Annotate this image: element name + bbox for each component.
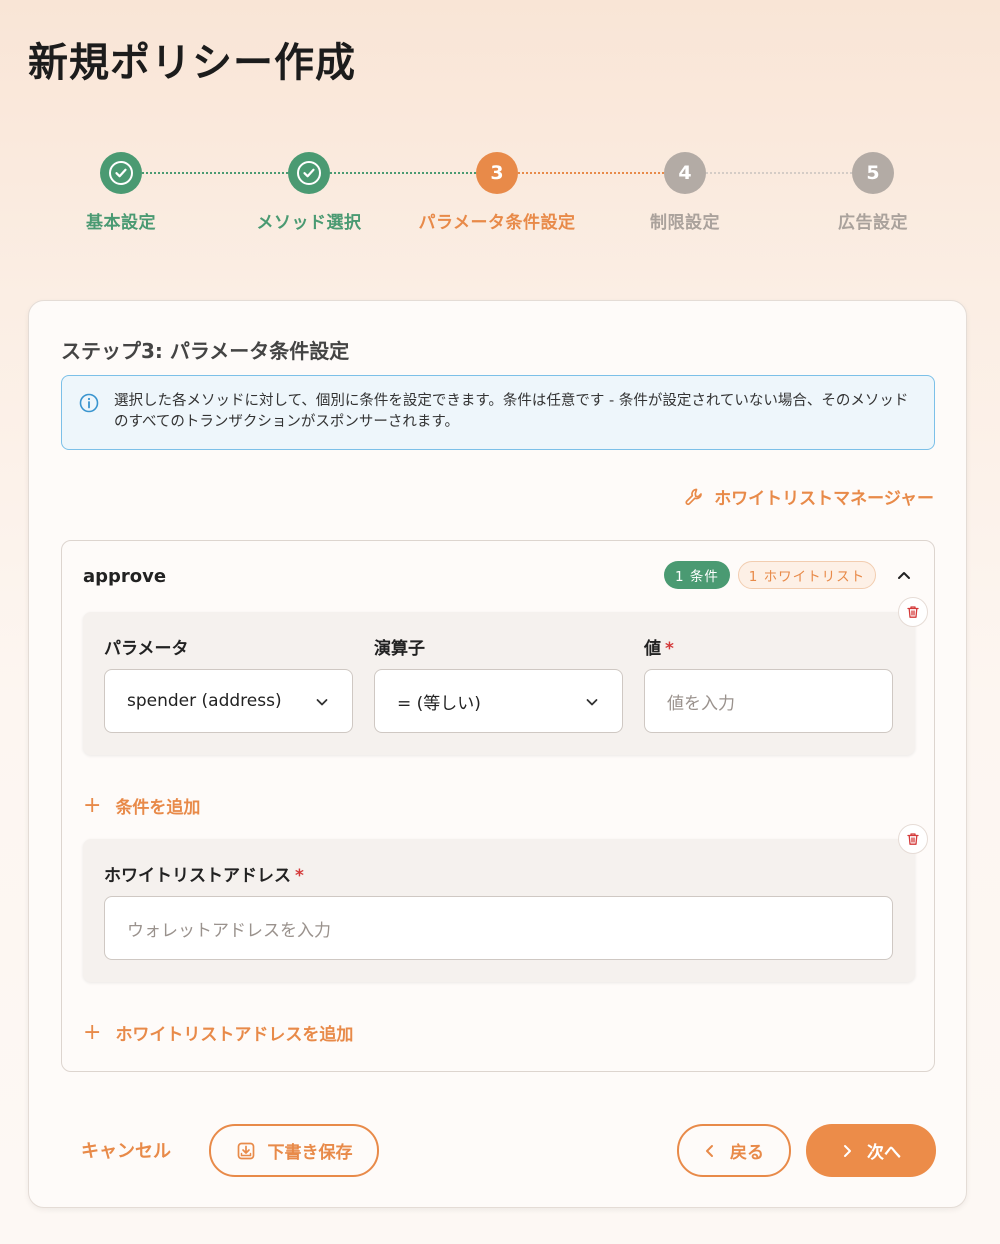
method-section-approve: approve 1 条件 1 ホワイトリスト パラメータ 演算子 値 * spen… [61,540,935,1072]
chevron-down-icon [586,699,598,706]
add-condition-label: 条件を追加 [115,798,201,818]
plus-icon: + [83,1019,102,1045]
save-draft-label: 下書き保存 [267,1143,353,1163]
whitelist-address-label: ホワイトリストアドレス * [104,861,304,886]
value-label: 値 * [644,634,674,659]
step-4-label: 制限設定 [650,213,720,233]
add-condition-button[interactable]: + 条件を追加 [83,793,200,818]
back-label: 戻る [730,1143,764,1163]
wrench-icon [685,488,703,505]
value-input-placeholder: 値を入力 [667,693,735,714]
conditions-count-badge: 1 条件 [664,561,730,589]
next-label: 次へ [867,1143,901,1163]
step-5-circle: 5 [852,152,894,194]
method-name: approve [83,566,167,587]
step-2-circle [288,152,330,194]
condition-panel: パラメータ 演算子 値 * spender (address) = (等しい) 値… [83,612,915,755]
trash-icon [907,606,919,618]
cancel-button[interactable]: キャンセル [81,1137,171,1163]
whitelist-count-badge: 1 ホワイトリスト [738,561,876,589]
add-whitelist-address-button[interactable]: + ホワイトリストアドレスを追加 [83,1020,353,1045]
step-3-circle: 3 [476,152,518,194]
info-box: 選択した各メソッドに対して、個別に条件を設定できます。条件は任意です - 条件が… [61,375,935,450]
step-5[interactable]: 5 広告設定 [773,150,973,233]
stepper: 基本設定 メソッド選択 3 パラメータ条件設定 4 制限設定 5 広告設定 [0,150,1000,250]
parameter-select-value: spender (address) [127,691,282,711]
chevron-down-icon [316,699,328,706]
next-button[interactable]: 次へ [806,1124,936,1177]
required-mark: * [295,866,304,886]
step-3-label: パラメータ条件設定 [418,213,576,233]
operator-label: 演算子 [374,639,425,659]
operator-select-value: = (等しい) [397,693,481,714]
plus-icon: + [83,792,102,818]
card-title: ステップ3: パラメータ条件設定 [61,339,350,363]
check-icon [303,168,315,178]
step-2-label: メソッド選択 [256,213,362,233]
step-1-circle [100,152,142,194]
check-icon [115,168,127,178]
delete-whitelist-button[interactable] [898,824,928,854]
step-4[interactable]: 4 制限設定 [585,150,785,233]
whitelist-address-label-text: ホワイトリストアドレス [104,866,291,886]
step-2[interactable]: メソッド選択 [209,150,409,233]
trash-icon [907,833,919,845]
operator-select[interactable]: = (等しい) [374,669,623,733]
chevron-right-icon [844,1144,851,1157]
whitelist-address-placeholder: ウォレットアドレスを入力 [127,920,331,941]
parameter-select[interactable]: spender (address) [104,669,353,733]
step-card: ステップ3: パラメータ条件設定 選択した各メソッドに対して、個別に条件を設定で… [28,300,967,1208]
step-3[interactable]: 3 パラメータ条件設定 [397,150,597,233]
save-draft-icon [237,1142,254,1159]
add-whitelist-label: ホワイトリストアドレスを追加 [115,1025,354,1045]
save-draft-button[interactable]: 下書き保存 [209,1124,379,1177]
step-1[interactable]: 基本設定 [21,150,221,233]
chevron-left-icon [706,1144,713,1157]
step-4-circle: 4 [664,152,706,194]
whitelist-address-input[interactable]: ウォレットアドレスを入力 [104,896,893,960]
delete-condition-button[interactable] [898,597,928,627]
whitelist-panel: ホワイトリストアドレス * ウォレットアドレスを入力 [83,839,915,982]
page-title: 新規ポリシー作成 [28,40,356,86]
value-input[interactable]: 値を入力 [644,669,893,733]
required-mark: * [665,639,674,659]
whitelist-manager-link[interactable]: ホワイトリストマネージャー [684,484,934,509]
info-text: 選択した各メソッドに対して、個別に条件を設定できます。条件は任意です - 条件が… [114,393,909,430]
info-icon [79,393,99,413]
chevron-up-icon[interactable] [894,565,914,585]
whitelist-manager-label: ホワイトリストマネージャー [714,489,934,509]
back-button[interactable]: 戻る [677,1124,791,1177]
parameter-label: パラメータ [104,639,189,659]
value-label-text: 値 [644,639,661,659]
step-5-label: 広告設定 [838,213,908,233]
step-1-label: 基本設定 [86,213,156,233]
